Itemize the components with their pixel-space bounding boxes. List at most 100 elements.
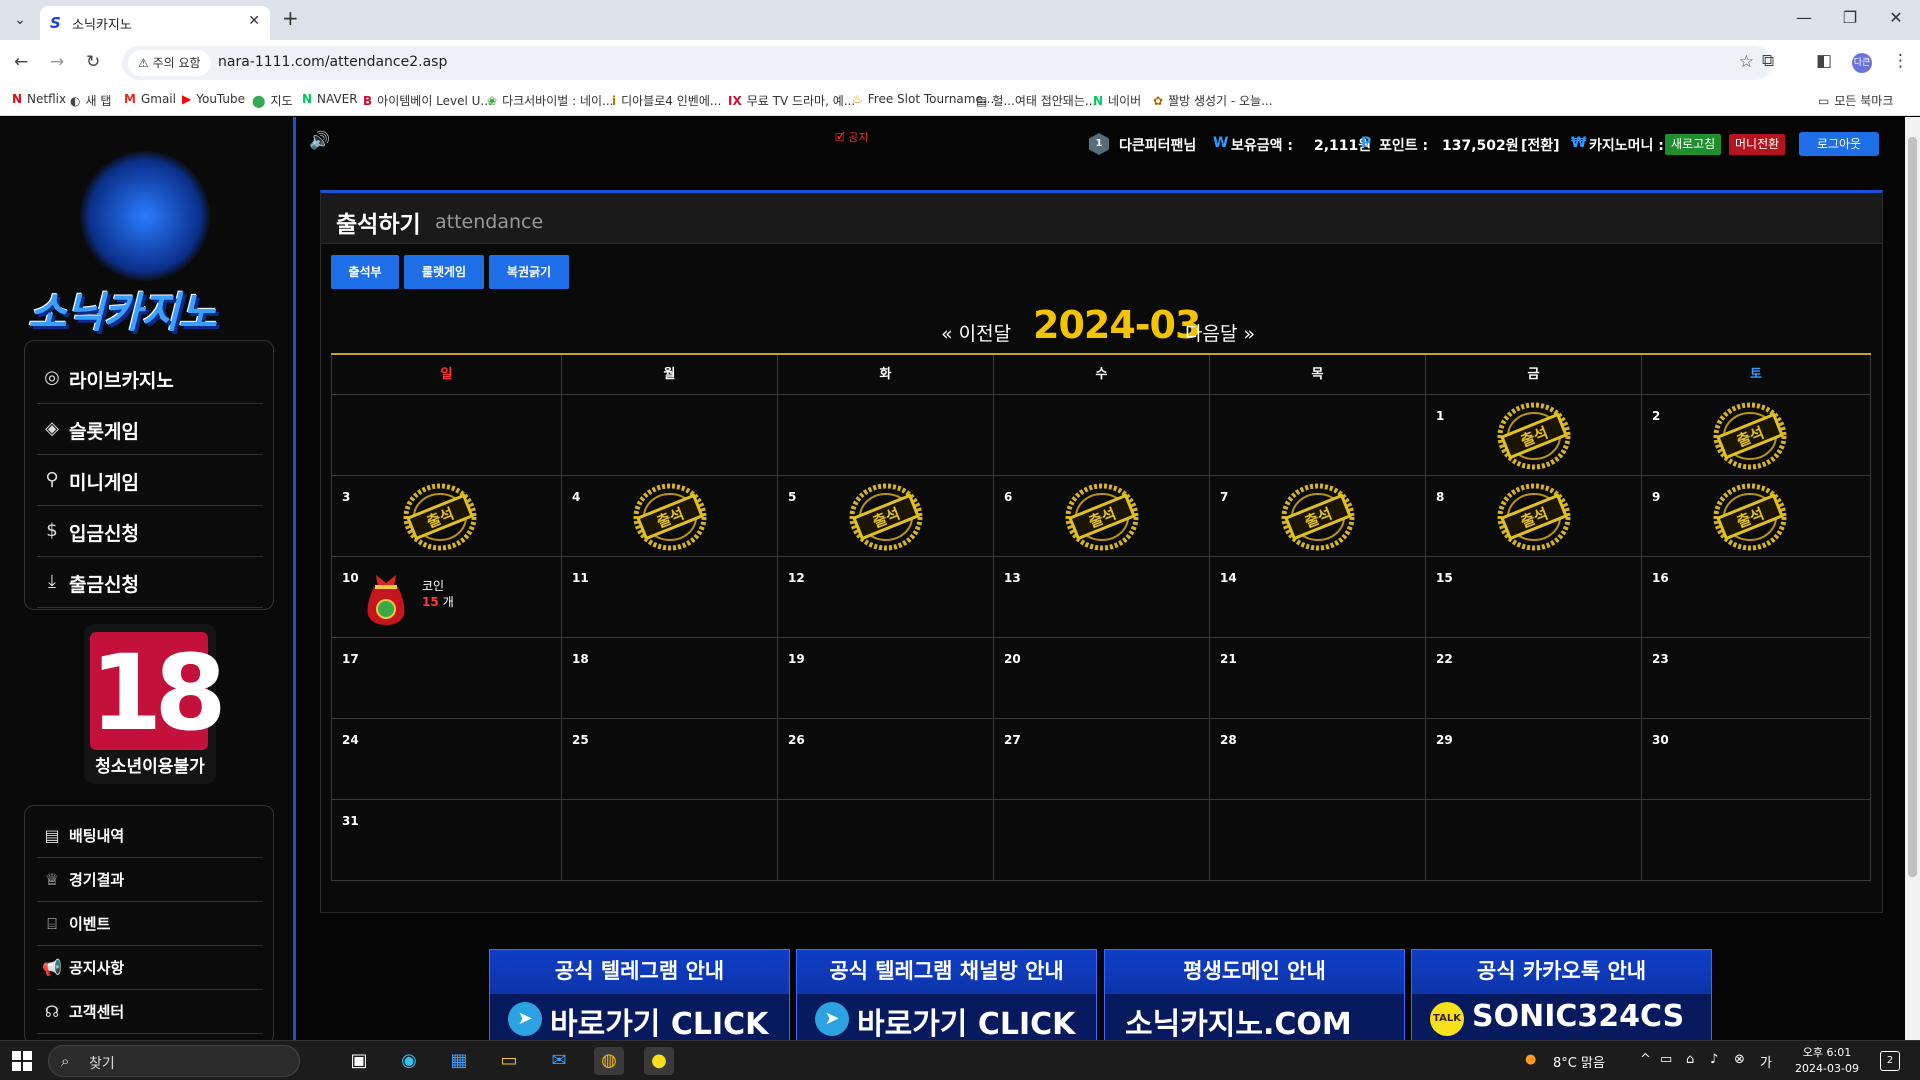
minimize-icon[interactable]: —: [1784, 8, 1824, 27]
close-window-icon[interactable]: ✕: [1876, 8, 1916, 27]
sidebar-item-5[interactable]: ⤓ 출금신청: [37, 557, 263, 608]
bookmark-item[interactable]: M Gmail: [124, 92, 176, 106]
calendar-day-cell[interactable]: 21: [1209, 638, 1425, 719]
calendar-day-cell[interactable]: 16: [1641, 557, 1871, 638]
bookmark-item[interactable]: ◐ 새 탭: [70, 92, 111, 109]
tray-close-icon[interactable]: ⊗: [1734, 1052, 1745, 1067]
tray-volume-icon[interactable]: ♪: [1710, 1052, 1718, 1067]
calendar-day-cell[interactable]: 7 출석: [1209, 476, 1425, 557]
calendar-day-cell[interactable]: 29: [1425, 719, 1641, 800]
calendar-day-cell[interactable]: 18: [561, 638, 777, 719]
sidebar-item-3[interactable]: ⚲ 미니게임: [37, 455, 263, 506]
sidebar-subitem-4[interactable]: 📢 공지사항: [37, 946, 263, 990]
tab-close-icon[interactable]: ✕: [248, 13, 260, 29]
sidebar-subitem-3[interactable]: ⌸ 이벤트: [37, 902, 263, 946]
security-warning-chip[interactable]: ⚠ 주의 요함: [128, 50, 211, 76]
calendar-day-cell[interactable]: 12: [777, 557, 993, 638]
calendar-day-cell[interactable]: 23: [1641, 638, 1871, 719]
bookmark-item[interactable]: N Netflix: [12, 92, 66, 106]
promo-banner[interactable]: 공식 텔레그램 채널방 안내 ➤ 바로가기 CLICK: [796, 949, 1097, 1040]
calendar-day-cell[interactable]: 15: [1425, 557, 1641, 638]
bookmark-item[interactable]: B 아이템베이 Level U...: [363, 92, 492, 109]
chrome-icon[interactable]: ◍: [594, 1047, 624, 1075]
bookmark-item[interactable]: IX 무료 TV 드라마, 예...: [728, 92, 855, 109]
extensions-icon[interactable]: ⧉: [1762, 51, 1774, 71]
tray-network-icon[interactable]: ▭: [1660, 1052, 1672, 1067]
forward-icon[interactable]: →: [50, 52, 64, 72]
store-icon[interactable]: ▦: [444, 1047, 474, 1075]
tab-attendance-book[interactable]: 출석부: [331, 255, 399, 289]
bookmark-item[interactable]: ♨ Free Slot Tourname...: [852, 92, 994, 106]
side-panel-icon[interactable]: ◧: [1816, 51, 1832, 71]
next-month-link[interactable]: 다음달 »: [1185, 319, 1255, 346]
sidebar-item-1[interactable]: ◎ 라이브카지노: [37, 353, 263, 404]
calendar-day-cell[interactable]: 26: [777, 719, 993, 800]
prev-month-link[interactable]: « 이전달: [941, 319, 1011, 346]
calendar-day-cell[interactable]: 19: [777, 638, 993, 719]
bookmark-star-icon[interactable]: ☆: [1739, 52, 1754, 72]
new-tab-icon[interactable]: +: [282, 6, 299, 30]
logout-button[interactable]: 로그아웃: [1799, 132, 1879, 156]
bookmark-item[interactable]: i 디아블로4 인벤에...: [612, 92, 721, 109]
calendar-day-cell[interactable]: 13: [993, 557, 1209, 638]
calendar-day-cell[interactable]: 24: [331, 719, 561, 800]
bookmark-item[interactable]: ▤ 헐...여태 접안돼는...: [976, 92, 1096, 109]
points-convert-link[interactable]: [전환]: [1521, 135, 1560, 155]
bookmark-item[interactable]: ✿ 짤방 생성기 - 오늘...: [1153, 92, 1273, 109]
task-view-icon[interactable]: ▣: [344, 1047, 374, 1075]
url-text[interactable]: nara-1111.com/attendance2.asp: [218, 54, 447, 70]
calendar-day-cell[interactable]: 10 코인 15 개: [331, 557, 561, 638]
sidebar-subitem-5[interactable]: ☊ 고객센터: [37, 990, 263, 1034]
notice-link[interactable]: 🗹 공지: [835, 129, 869, 148]
taskbar-clock[interactable]: 오후 6:01 2024-03-09: [1792, 1045, 1862, 1077]
promo-banner[interactable]: 평생도메인 안내 소닉카지노.COM: [1104, 949, 1405, 1040]
page-scrollbar[interactable]: [1905, 117, 1920, 1040]
restore-icon[interactable]: ❐: [1830, 8, 1870, 27]
file-explorer-icon[interactable]: ▭: [494, 1047, 524, 1075]
calendar-day-cell[interactable]: 3 출석: [331, 476, 561, 557]
sidebar-subitem-1[interactable]: ▤ 배팅내역: [37, 814, 263, 858]
calendar-day-cell[interactable]: 22: [1425, 638, 1641, 719]
edge-browser-icon[interactable]: ◉: [394, 1047, 424, 1075]
tab-search-icon[interactable]: ⌄: [8, 8, 32, 32]
sidebar-item-4[interactable]: $ 입금신청: [37, 506, 263, 557]
tray-ime-icon[interactable]: 가: [1760, 1052, 1772, 1071]
calendar-day-cell[interactable]: 20: [993, 638, 1209, 719]
tab-roulette-game[interactable]: 룰렛게임: [404, 255, 484, 289]
calendar-day-cell[interactable]: 28: [1209, 719, 1425, 800]
calendar-day-cell[interactable]: 5 출석: [777, 476, 993, 557]
calendar-day-cell[interactable]: 30: [1641, 719, 1871, 800]
calendar-day-cell[interactable]: 17: [331, 638, 561, 719]
calendar-day-cell[interactable]: 9 출석: [1641, 476, 1871, 557]
menu-kebab-icon[interactable]: ⋮: [1892, 51, 1909, 71]
promo-banner[interactable]: 공식 텔레그램 안내 ➤ 바로가기 CLICK: [489, 949, 790, 1040]
all-bookmarks-folder[interactable]: ▭ 모든 북마크: [1818, 92, 1893, 109]
mail-icon[interactable]: ✉: [544, 1047, 574, 1075]
calendar-day-cell[interactable]: 1 출석: [1425, 395, 1641, 476]
tray-wifi-icon[interactable]: ⌂: [1686, 1052, 1694, 1067]
calendar-day-cell[interactable]: 25: [561, 719, 777, 800]
address-bar[interactable]: ⚠ 주의 요함 nara-1111.com/attendance2.asp ☆: [122, 46, 1772, 80]
tray-chevron-icon[interactable]: ^: [1640, 1052, 1651, 1067]
calendar-day-cell[interactable]: 2 출석: [1641, 395, 1871, 476]
sidebar-item-2[interactable]: ◈ 슬롯게임: [37, 404, 263, 455]
profile-avatar[interactable]: 다큰: [1852, 53, 1872, 73]
scrollbar-thumb[interactable]: [1908, 137, 1917, 877]
promo-banner[interactable]: 공식 카카오톡 안내 TALK SONIC324CS: [1411, 949, 1712, 1040]
tab-scratch-lottery[interactable]: 복권긁기: [489, 255, 569, 289]
bookmark-item[interactable]: N 네이버: [1093, 92, 1141, 109]
calendar-day-cell[interactable]: 6 출석: [993, 476, 1209, 557]
calendar-day-cell[interactable]: 8 출석: [1425, 476, 1641, 557]
back-icon[interactable]: ←: [14, 52, 28, 72]
weather-text[interactable]: 8°C 맑음: [1553, 1052, 1605, 1071]
calendar-day-cell[interactable]: 27: [993, 719, 1209, 800]
browser-tab[interactable]: S 소닉카지노 ✕: [40, 6, 270, 40]
calendar-day-cell[interactable]: 14: [1209, 557, 1425, 638]
bookmark-item[interactable]: ⬤ 지도: [252, 92, 293, 109]
notification-badge[interactable]: 2: [1880, 1051, 1900, 1071]
speaker-icon[interactable]: 🔊: [309, 131, 330, 151]
bookmark-item[interactable]: N NAVER: [302, 92, 358, 106]
taskbar-search[interactable]: ⌕ 찾기: [48, 1045, 300, 1077]
sidebar-subitem-2[interactable]: ♕ 경기결과: [37, 858, 263, 902]
money-convert-button[interactable]: 머니전환: [1729, 134, 1786, 155]
